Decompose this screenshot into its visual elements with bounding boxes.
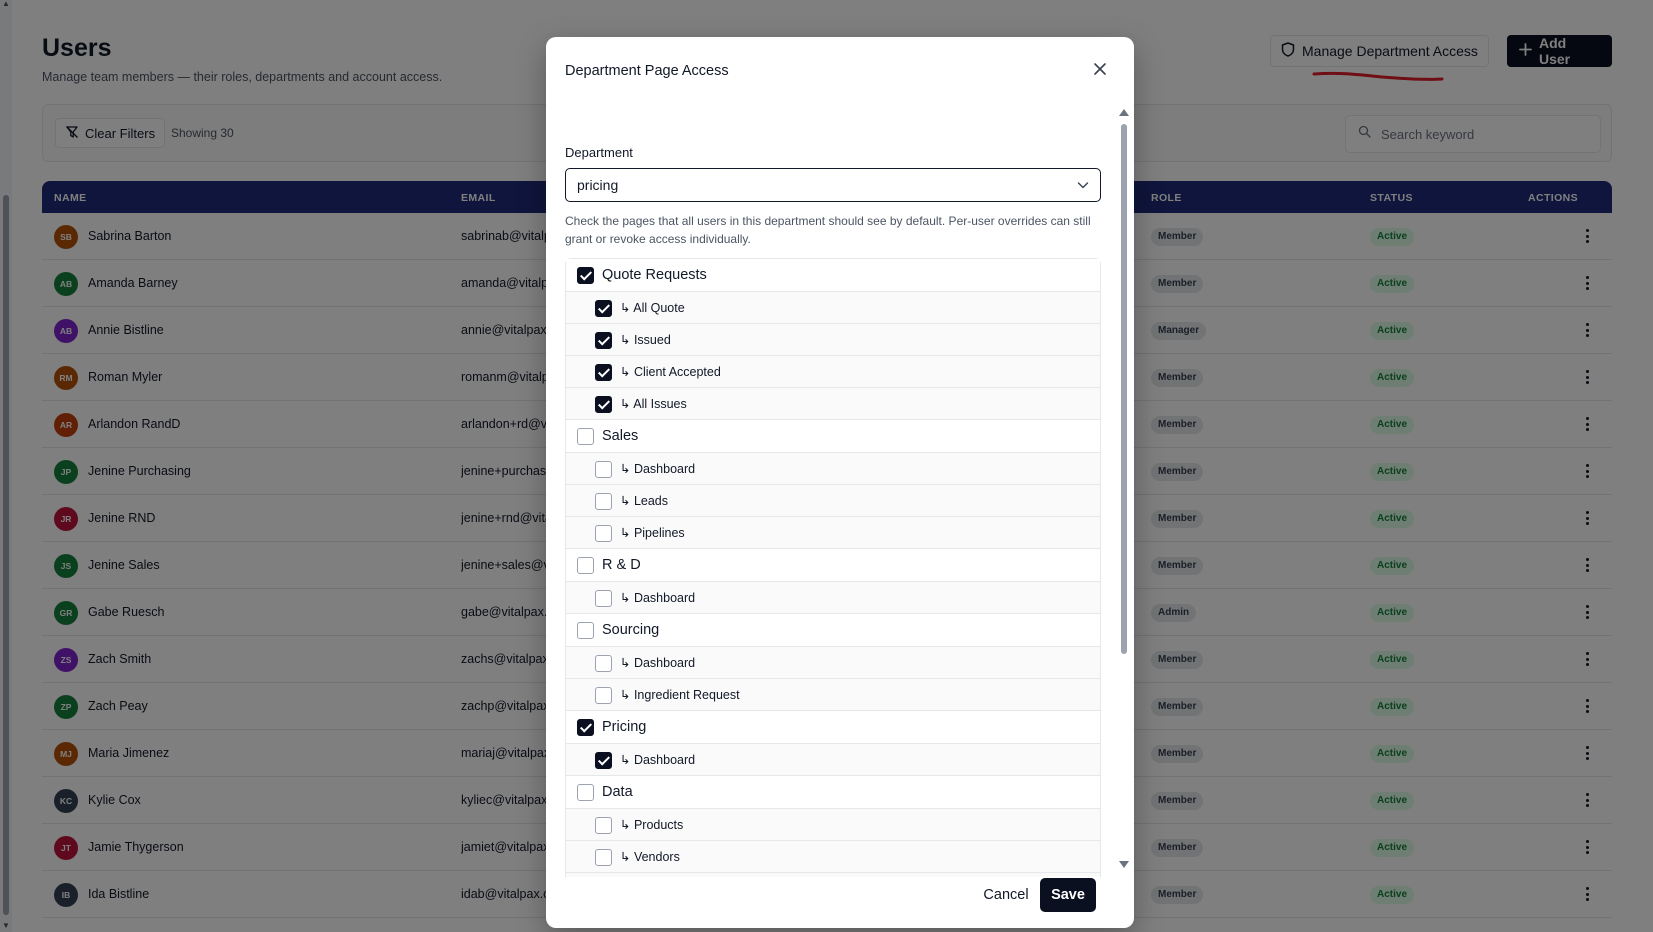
department-select[interactable]: pricing [565, 168, 1101, 202]
checkbox[interactable] [595, 687, 612, 704]
page-label: Sourcing [602, 622, 660, 638]
page-label: ↳ Client Accepted [620, 365, 721, 379]
page-group-item[interactable]: Sales [566, 420, 1100, 453]
department-select-value: pricing [577, 177, 619, 193]
checkbox[interactable] [595, 396, 612, 413]
checkbox[interactable] [595, 364, 612, 381]
dialog-scrollbar[interactable] [1118, 105, 1130, 877]
page-label: ↳ All Issues [620, 397, 687, 411]
checkbox[interactable] [595, 332, 612, 349]
checkbox[interactable] [577, 719, 594, 736]
page-label: ↳ Dashboard [620, 462, 696, 476]
page-label: R & D [602, 557, 641, 573]
page-sub-item[interactable]: ↳ Client Accepted [566, 356, 1100, 388]
checkbox[interactable] [595, 493, 612, 510]
scroll-down-icon[interactable] [1119, 861, 1129, 868]
page-label: Pricing [602, 719, 647, 735]
checkbox[interactable] [577, 622, 594, 639]
page-sub-item[interactable]: ↳ All Issues [566, 388, 1100, 420]
page-label: Sales [602, 428, 639, 444]
checkbox[interactable] [595, 590, 612, 607]
page-label: ↳ Dashboard [620, 591, 696, 605]
checkbox[interactable] [577, 267, 594, 284]
page-sub-item[interactable]: ↳ Products [566, 809, 1100, 841]
dialog-title: Department Page Access [565, 63, 729, 79]
page-label: ↳ Dashboard [620, 656, 696, 670]
checkbox[interactable] [595, 300, 612, 317]
page-sub-item[interactable]: ↳ Vendors [566, 841, 1100, 873]
page-label: ↳ Pipelines [620, 526, 685, 540]
page-group-item[interactable]: Pricing [566, 711, 1100, 744]
checkbox[interactable] [595, 752, 612, 769]
checkbox[interactable] [577, 557, 594, 574]
page-group-item[interactable]: Sourcing [566, 614, 1100, 647]
dialog-body: Department pricing Check the pages that … [546, 105, 1134, 877]
page-group-item[interactable]: R & D [566, 549, 1100, 582]
page-label: ↳ Products [620, 818, 684, 832]
page-sub-item[interactable]: ↳ Issued [566, 324, 1100, 356]
page-group-item[interactable]: Quote Requests [566, 259, 1100, 292]
page-access-list: Quote Requests ↳ All Quote ↳ Issued ↳ Clien… [565, 258, 1101, 877]
scroll-up-icon[interactable] [1119, 109, 1129, 116]
checkbox[interactable] [577, 784, 594, 801]
checkbox[interactable] [595, 849, 612, 866]
checkbox[interactable] [595, 655, 612, 672]
page-sub-item[interactable]: ↳ Dashboard [566, 647, 1100, 679]
page-sub-item[interactable]: ↳ All Quote [566, 292, 1100, 324]
page-label: Data [602, 784, 633, 800]
page-label: ↳ Vendors [620, 850, 680, 864]
dialog-scrollbar-thumb[interactable] [1121, 124, 1127, 654]
page-label: ↳ All Quote [620, 301, 685, 315]
page-sub-item[interactable]: ↳ Company [566, 873, 1100, 877]
checkbox[interactable] [577, 428, 594, 445]
page-sub-item[interactable]: ↳ Dashboard [566, 582, 1100, 614]
page-label: ↳ Leads [620, 494, 669, 508]
page-sub-item[interactable]: ↳ Ingredient Request [566, 679, 1100, 711]
save-button[interactable]: Save [1040, 878, 1096, 912]
page-label: ↳ Issued [620, 333, 671, 347]
page-sub-item[interactable]: ↳ Dashboard [566, 744, 1100, 776]
page-label: ↳ Dashboard [620, 753, 696, 767]
checkbox[interactable] [595, 461, 612, 478]
department-label: Department [565, 145, 633, 160]
page-label: ↳ Ingredient Request [620, 688, 740, 702]
page-sub-item[interactable]: ↳ Pipelines [566, 517, 1100, 549]
page-sub-item[interactable]: ↳ Dashboard [566, 453, 1100, 485]
close-button[interactable] [1088, 59, 1112, 83]
chevron-down-icon [1077, 178, 1089, 194]
close-icon [1093, 62, 1107, 81]
page-label: Quote Requests [602, 267, 707, 283]
checkbox[interactable] [595, 817, 612, 834]
department-page-access-dialog: Department Page Access Department pricin… [546, 37, 1134, 928]
help-text: Check the pages that all users in this d… [565, 214, 1091, 246]
checkbox[interactable] [595, 525, 612, 542]
page-group-item[interactable]: Data [566, 776, 1100, 809]
page-sub-item[interactable]: ↳ Leads [566, 485, 1100, 517]
cancel-button[interactable]: Cancel [976, 878, 1036, 912]
